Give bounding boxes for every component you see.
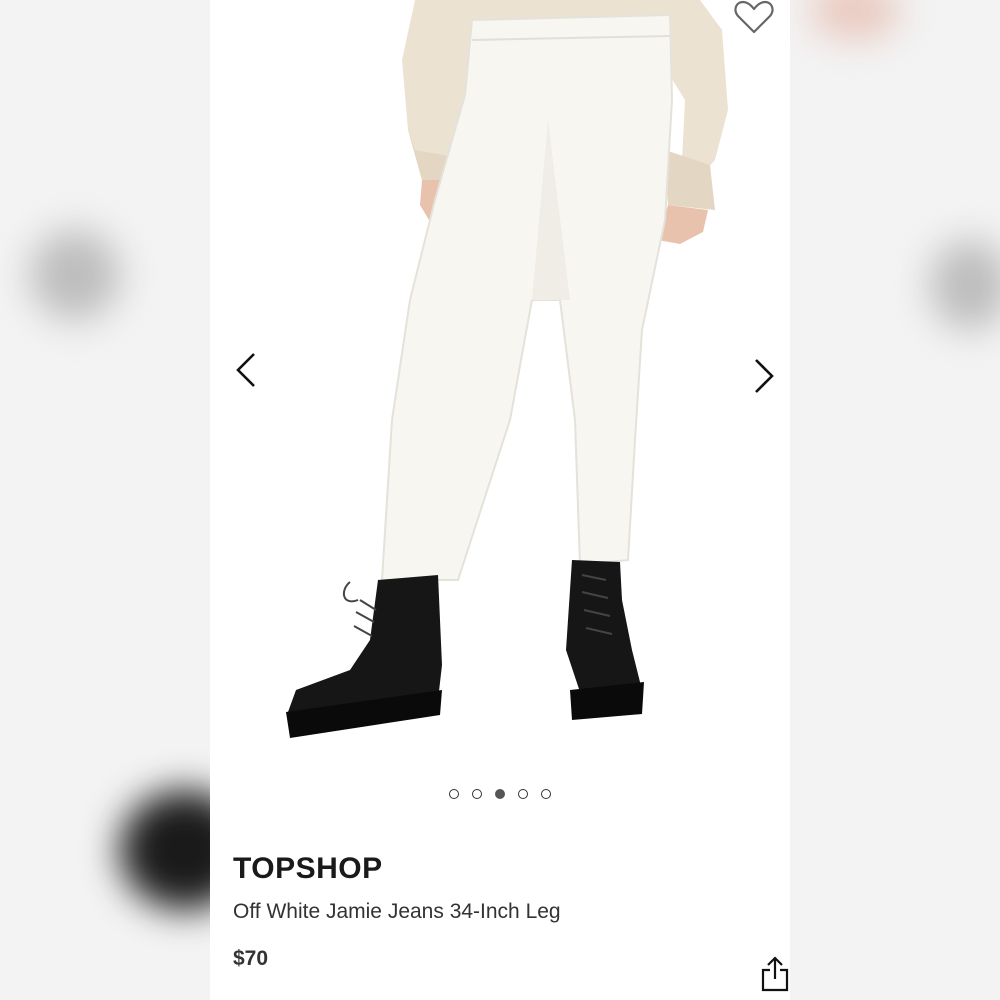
share-button[interactable]: [760, 955, 790, 993]
chevron-left-icon: [236, 353, 255, 387]
blurred-shape: [30, 230, 120, 320]
share-icon: [761, 956, 789, 992]
pagination-dot[interactable]: [472, 789, 482, 799]
product-price: $70: [233, 947, 269, 970]
next-image-button[interactable]: [748, 354, 782, 398]
blurred-background-right: [790, 0, 1000, 1000]
pagination-dot-active[interactable]: [495, 789, 505, 799]
pagination-dot[interactable]: [541, 789, 551, 799]
gallery-pagination: [210, 789, 790, 805]
favorite-button[interactable]: [732, 0, 776, 36]
pagination-dot[interactable]: [449, 789, 459, 799]
blurred-shape: [930, 240, 1000, 330]
boot-right: [566, 560, 642, 698]
blurred-shape: [810, 0, 900, 40]
previous-image-button[interactable]: [230, 348, 264, 392]
product-name: Off White Jamie Jeans 34-Inch Leg: [233, 900, 561, 923]
product-brand[interactable]: TOPSHOP: [233, 852, 383, 886]
boot-left-laces: [342, 581, 377, 637]
product-card: TOPSHOP Off White Jamie Jeans 34-Inch Le…: [210, 0, 790, 1000]
pagination-dot[interactable]: [518, 789, 528, 799]
product-image[interactable]: [210, 0, 790, 780]
product-photo-illustration: [286, 0, 728, 738]
chevron-right-icon: [755, 359, 774, 393]
blurred-background-left: [0, 0, 250, 1000]
screenshot-stage: TOPSHOP Off White Jamie Jeans 34-Inch Le…: [0, 0, 1000, 1000]
heart-outline-icon: [734, 0, 774, 34]
